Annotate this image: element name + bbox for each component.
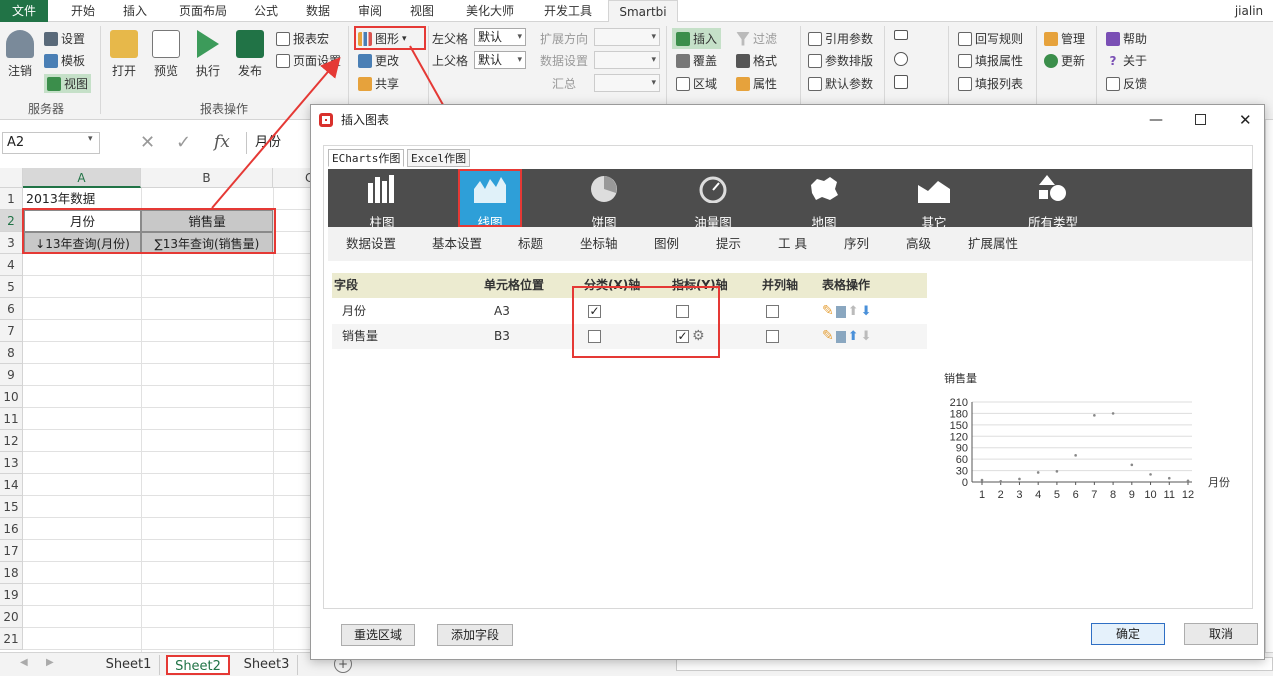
tab-basic-settings[interactable]: 基本设置 <box>432 227 482 261</box>
shapes-icon <box>1039 175 1066 201</box>
y-tick-label: 0 <box>962 477 968 489</box>
row-field-sales: 销售量 <box>342 329 379 343</box>
x-tick-label: 11 <box>1164 489 1175 501</box>
row-ops-month: ✎ ⬆ ⬇ <box>822 299 872 324</box>
insert-chart-dialog: 插入图表 — ✕ ECharts作图 Excel作图 柱图 线图 饼图 油量图 <box>310 104 1265 660</box>
dialog-body: ECharts作图 Excel作图 柱图 线图 饼图 油量图 地图 其它 所有类… <box>323 145 1253 646</box>
y-tick-label: 210 <box>950 397 968 409</box>
x-tick-label: 10 <box>1144 489 1156 501</box>
tab-axis[interactable]: 坐标轴 <box>580 227 618 261</box>
x-tick-label: 2 <box>998 489 1004 501</box>
y-tick-label: 150 <box>950 420 968 432</box>
tab-data-settings[interactable]: 数据设置 <box>346 227 396 261</box>
highlight-axis-settings <box>572 286 720 358</box>
tab-excel-chart[interactable]: Excel作图 <box>407 149 471 167</box>
data-point <box>980 478 984 482</box>
ok-button[interactable]: 确定 <box>1091 623 1165 645</box>
header-table-ops: 表格操作 <box>822 278 871 292</box>
edit-icon[interactable]: ✎ <box>822 324 834 349</box>
y-tick-label: 120 <box>950 431 968 443</box>
tab-legend[interactable]: 图例 <box>654 227 679 261</box>
gauge-icon <box>699 176 727 204</box>
tab-tooltip[interactable]: 提示 <box>716 227 741 261</box>
chart-type-bar-chart[interactable]: 柱图 <box>342 169 422 230</box>
data-point <box>1186 479 1190 483</box>
y-tick-label: 90 <box>956 443 968 455</box>
data-point <box>1093 414 1096 417</box>
move-down-icon[interactable]: ⬇ <box>861 299 872 324</box>
chart-type-map-chart[interactable]: 地图 <box>784 169 864 230</box>
add-field-button[interactable]: 添加字段 <box>437 624 513 646</box>
tab-advanced[interactable]: 高级 <box>906 227 931 261</box>
parallel-checkbox-month[interactable] <box>766 305 779 318</box>
move-up-icon[interactable]: ⬆ <box>848 299 859 324</box>
tab-extended-props[interactable]: 扩展属性 <box>968 227 1018 261</box>
area-icon <box>918 181 950 203</box>
chart-type-gauge-chart[interactable]: 油量图 <box>673 169 753 230</box>
dialog-title: 插入图表 <box>341 113 390 127</box>
chart-type-all-types[interactable]: 所有类型 <box>1008 169 1098 230</box>
tab-title[interactable]: 标题 <box>518 227 543 261</box>
header-field: 字段 <box>334 278 359 292</box>
data-point <box>999 479 1003 483</box>
close-icon[interactable]: ✕ <box>1239 105 1252 135</box>
delete-icon[interactable] <box>835 305 846 318</box>
x-axis-label: 月份 <box>1208 476 1230 489</box>
config-tab-bar: 数据设置 基本设置 标题 坐标轴 图例 提示 工 具 序列 高级 扩展属性 <box>328 227 1252 261</box>
chart-type-pie-chart[interactable]: 饼图 <box>564 169 644 230</box>
x-tick-label: 1 <box>979 489 985 501</box>
data-point <box>1167 476 1171 480</box>
x-tick-label: 9 <box>1129 489 1135 501</box>
tab-echarts[interactable]: ECharts作图 <box>328 149 405 167</box>
smartbi-logo-icon <box>319 113 333 127</box>
tab-series[interactable]: 序列 <box>844 227 869 261</box>
x-tick-label: 7 <box>1091 489 1097 501</box>
chart-title: 销售量 <box>944 371 977 385</box>
chart-type-bar: 柱图 线图 饼图 油量图 地图 其它 所有类型 <box>328 169 1252 230</box>
move-down-icon[interactable]: ⬇ <box>861 324 872 349</box>
chart-type-line-chart[interactable]: 线图 <box>458 169 522 230</box>
header-cell-position: 单元格位置 <box>484 278 545 292</box>
data-point <box>1018 477 1021 481</box>
row-cell-a3: A3 <box>494 304 510 318</box>
y-tick-label: 30 <box>956 466 968 478</box>
map-icon <box>811 177 838 200</box>
x-tick-label: 3 <box>1016 489 1022 501</box>
tab-tools[interactable]: 工 具 <box>778 227 807 261</box>
data-point <box>1130 463 1134 467</box>
row-ops-sales: ✎ ⬆ ⬇ <box>822 324 872 349</box>
x-tick-label: 4 <box>1035 489 1041 501</box>
data-point <box>1149 473 1152 476</box>
chart-preview: 销售量03060901201501802101 2 3 4 5 6 7 8 9 10 11 12月份 <box>944 371 1230 501</box>
data-point <box>1036 471 1040 474</box>
reselect-region-button[interactable]: 重选区域 <box>341 624 415 646</box>
header-parallel-axis: 并列轴 <box>762 278 799 292</box>
move-up-icon[interactable]: ⬆ <box>848 324 859 349</box>
maximize-icon[interactable] <box>1195 114 1206 125</box>
dialog-title-bar: 插入图表 — ✕ <box>311 105 1264 135</box>
data-point <box>1055 470 1059 473</box>
data-point <box>1074 454 1077 457</box>
bar-chart-icon <box>368 175 394 203</box>
chart-type-other-chart[interactable]: 其它 <box>894 169 974 230</box>
minimize-icon[interactable]: — <box>1149 105 1163 135</box>
edit-icon[interactable]: ✎ <box>822 299 834 324</box>
pie-chart-icon <box>591 176 617 202</box>
cancel-button[interactable]: 取消 <box>1184 623 1258 645</box>
x-tick-label: 5 <box>1054 489 1060 501</box>
row-cell-b3: B3 <box>494 329 510 343</box>
delete-icon[interactable] <box>835 330 846 343</box>
x-tick-label: 12 <box>1182 489 1194 501</box>
y-tick-label: 180 <box>950 408 968 420</box>
row-field-month: 月份 <box>342 304 367 318</box>
x-tick-label: 8 <box>1110 489 1116 501</box>
parallel-checkbox-sales[interactable] <box>766 330 779 343</box>
x-tick-label: 6 <box>1073 489 1079 501</box>
y-tick-label: 60 <box>956 454 968 466</box>
data-point <box>1111 412 1115 415</box>
line-chart-icon <box>474 177 506 203</box>
